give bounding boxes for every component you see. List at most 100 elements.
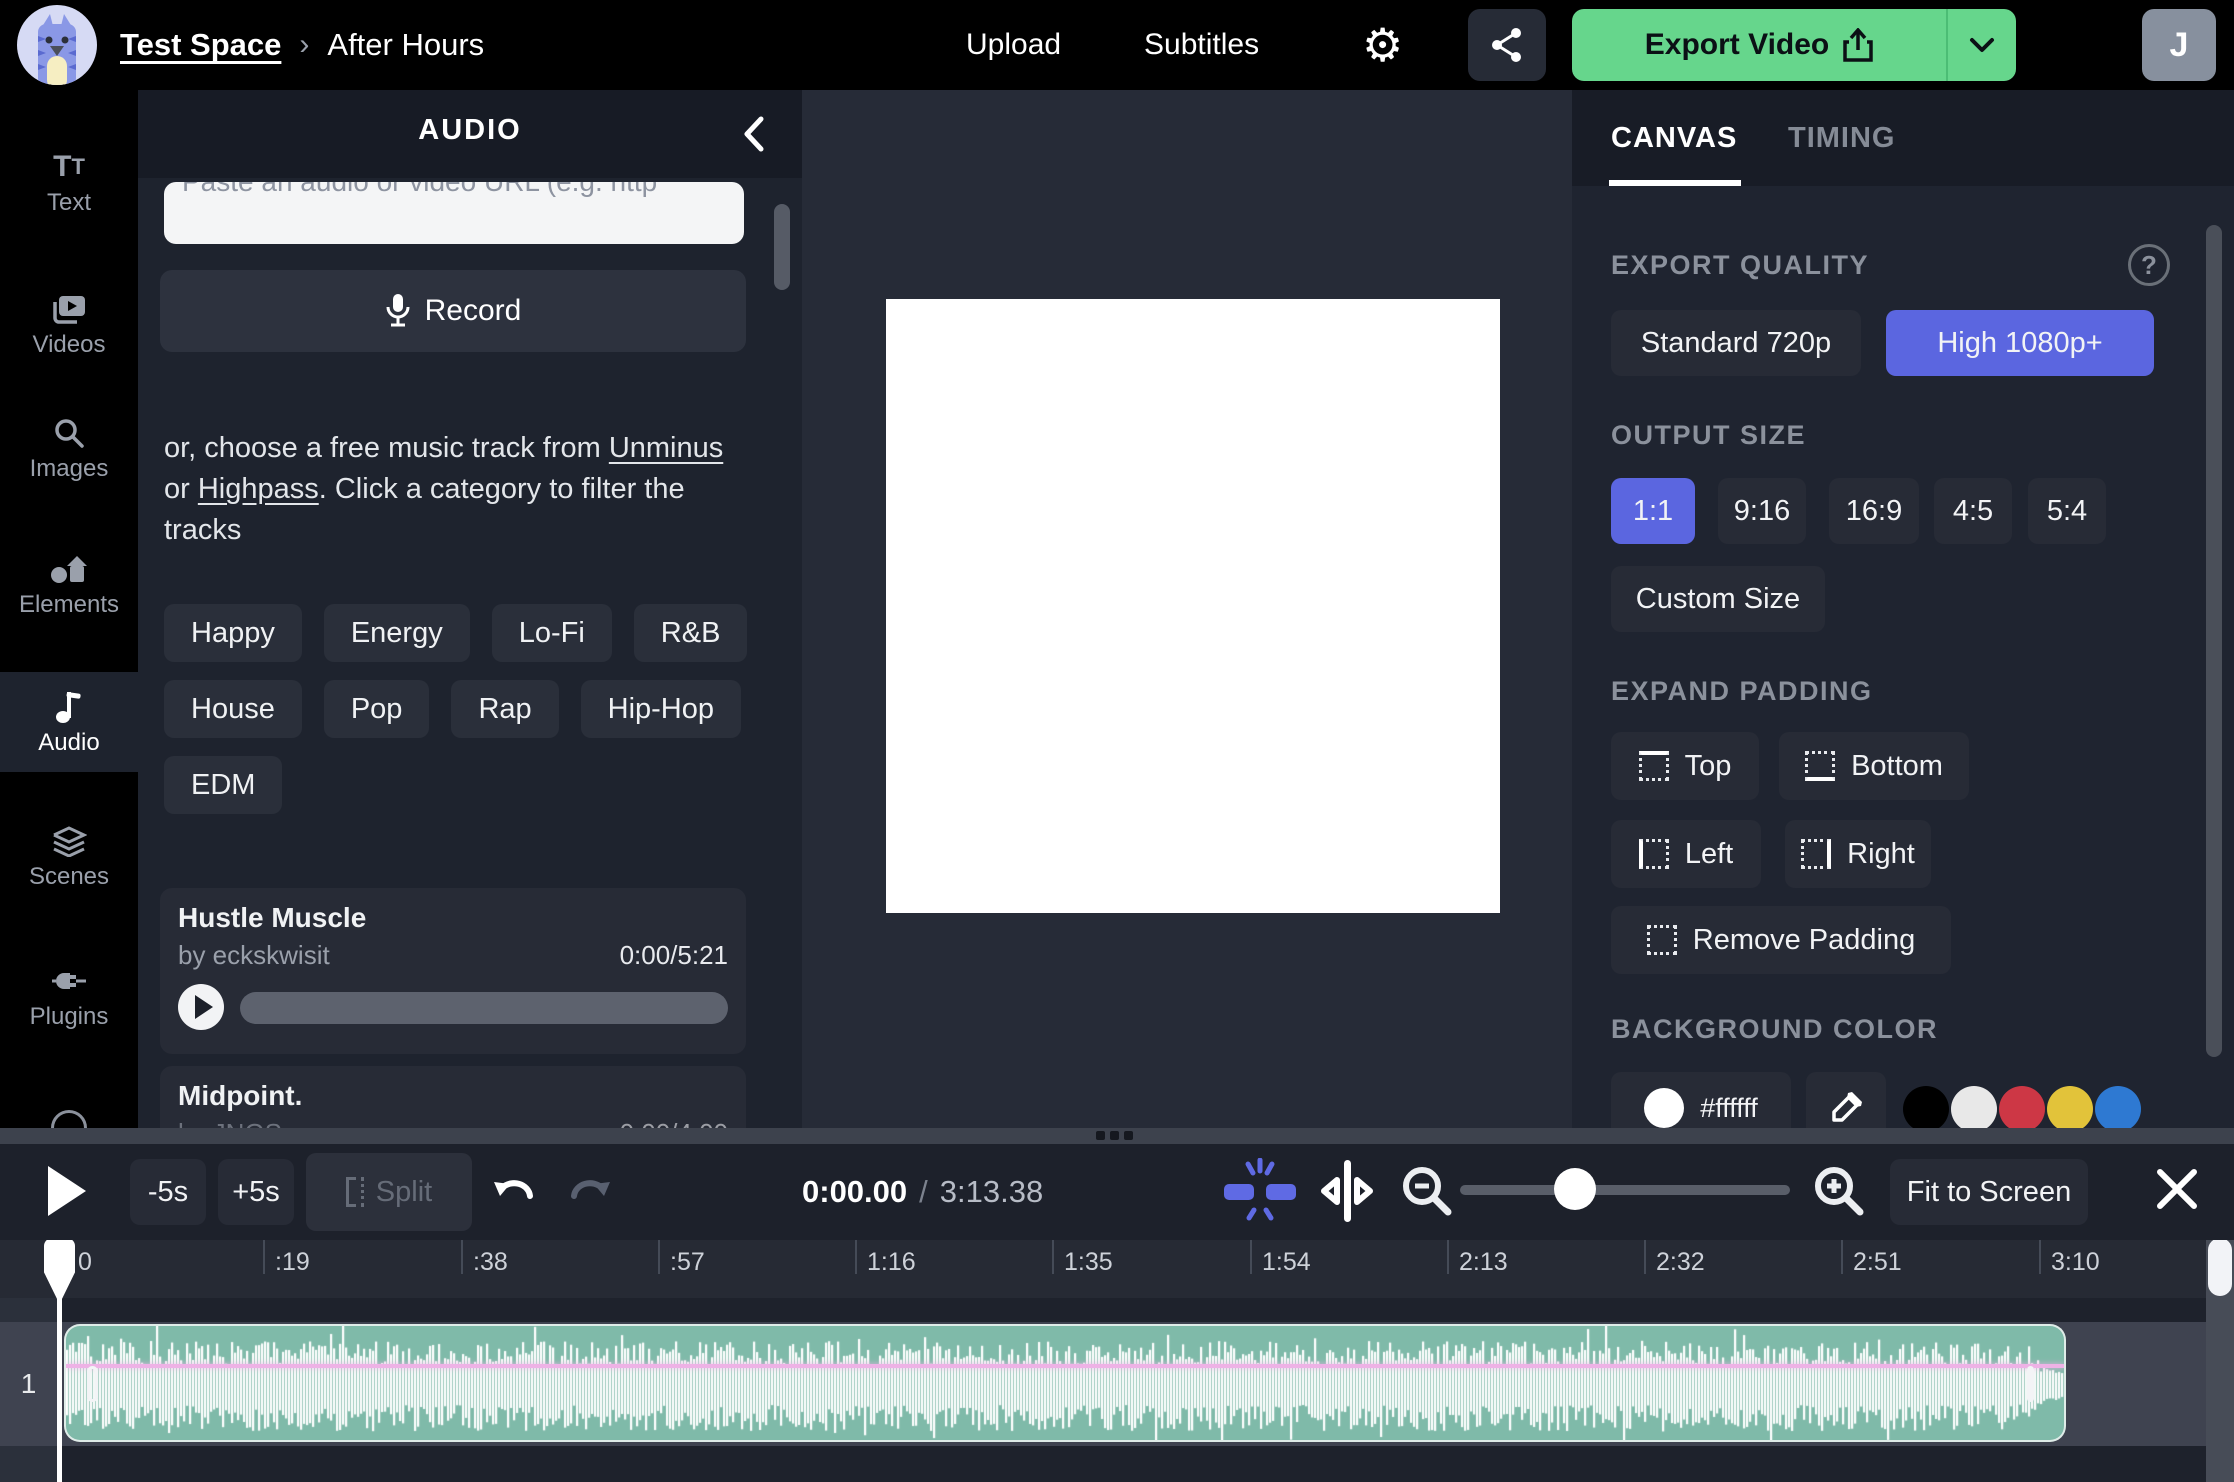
sidebar-item-audio[interactable]: Audio — [0, 684, 138, 762]
upload-button[interactable]: Upload — [966, 0, 1061, 90]
sidebar-item-elements[interactable]: Elements — [0, 546, 138, 624]
export-video-button[interactable]: Export Video — [1572, 9, 2016, 81]
swatch-black[interactable] — [1903, 1086, 1949, 1128]
unminus-link[interactable]: Unminus — [609, 432, 723, 464]
background-color-label: BACKGROUND COLOR — [1611, 1014, 1938, 1044]
audio-clip[interactable] — [64, 1324, 2066, 1442]
current-time: 0:00.00 — [802, 1174, 908, 1209]
zoom-in-button[interactable] — [1812, 1164, 1866, 1218]
highpass-link[interactable]: Highpass — [198, 473, 319, 505]
category-lofi[interactable]: Lo-Fi — [491, 604, 612, 662]
eyedropper-button[interactable] — [1806, 1072, 1886, 1128]
size-4-5-button[interactable]: 4:5 — [1934, 478, 2012, 544]
swatch-blue[interactable] — [2095, 1086, 2141, 1128]
volume-line[interactable] — [66, 1364, 2064, 1368]
swatch-red[interactable] — [1999, 1086, 2045, 1128]
size-1-1-button[interactable]: 1:1 — [1611, 478, 1695, 544]
tab-timing[interactable]: TIMING — [1788, 122, 1896, 155]
quality-high-button[interactable]: High 1080p+ — [1886, 310, 2154, 376]
audio-panel-header: AUDIO — [138, 90, 802, 178]
help-icon[interactable]: ? — [2128, 244, 2170, 286]
pad-right-button[interactable]: Right — [1785, 820, 1931, 888]
quality-standard-button[interactable]: Standard 720p — [1611, 310, 1861, 376]
zoom-slider-thumb[interactable] — [1554, 1168, 1596, 1210]
category-happy[interactable]: Happy — [164, 604, 302, 662]
timeline-zoom-slider[interactable] — [1460, 1185, 1790, 1195]
breadcrumb-project[interactable]: After Hours — [327, 27, 484, 63]
ruler-label: 1:35 — [1064, 1248, 1113, 1276]
pad-top-button[interactable]: Top — [1611, 732, 1759, 800]
sidebar-item-plugins[interactable]: Plugins — [0, 958, 138, 1036]
forward-5s-button[interactable]: +5s — [218, 1159, 294, 1225]
timeline-scrollbar-thumb[interactable] — [2208, 1238, 2232, 1296]
record-button[interactable]: Record — [160, 270, 746, 352]
custom-size-button[interactable]: Custom Size — [1611, 566, 1825, 632]
size-5-4-button[interactable]: 5:4 — [2028, 478, 2106, 544]
panel-scrollbar-thumb[interactable] — [774, 204, 790, 290]
timeline-scrollbar-track[interactable] — [2206, 1232, 2234, 1482]
size-16-9-button[interactable]: 16:9 — [1829, 478, 1919, 544]
swatch-yellow[interactable] — [2047, 1086, 2093, 1128]
category-pop[interactable]: Pop — [323, 680, 430, 738]
sidebar-item-videos[interactable]: Videos — [0, 286, 138, 364]
pad-left-button[interactable]: Left — [1611, 820, 1761, 888]
timeline-ruler[interactable]: 0 :19 :38 :57 1:16 1:35 1:54 2:13 2:32 2… — [0, 1240, 2234, 1298]
rewind-5s-button[interactable]: -5s — [130, 1159, 206, 1225]
category-edm[interactable]: EDM — [164, 756, 283, 814]
sidebar-item-images[interactable]: Images — [0, 410, 138, 488]
export-options-caret[interactable] — [1948, 9, 2016, 81]
settings-gear-icon[interactable]: ⚙ — [1362, 0, 1403, 90]
category-rap[interactable]: Rap — [451, 680, 559, 738]
category-hiphop[interactable]: Hip-Hop — [580, 680, 742, 738]
timeline-resize-handle[interactable] — [0, 1128, 2234, 1144]
play-preview-button[interactable] — [178, 984, 224, 1030]
user-avatar[interactable]: J — [2142, 9, 2216, 81]
undo-button[interactable] — [492, 1170, 538, 1212]
ruler-label: 2:51 — [1853, 1248, 1902, 1276]
remove-padding-button[interactable]: Remove Padding — [1611, 906, 1951, 974]
fit-to-screen-button[interactable]: Fit to Screen — [1890, 1159, 2088, 1225]
workspace-logo[interactable] — [16, 4, 98, 86]
video-canvas[interactable] — [886, 299, 1500, 913]
subtitles-button[interactable]: Subtitles — [1144, 0, 1259, 90]
sidebar-item-scenes[interactable]: Scenes — [0, 818, 138, 896]
share-button[interactable] — [1468, 9, 1546, 81]
panel-scrollbar-thumb[interactable] — [2206, 225, 2222, 1057]
collapse-panel-button[interactable] — [734, 112, 774, 156]
preview-progress-bar[interactable] — [240, 992, 728, 1024]
clip-trim-handle-right[interactable] — [2027, 1366, 2034, 1402]
play-button[interactable] — [48, 1166, 86, 1216]
swatch-white[interactable] — [1951, 1086, 1997, 1128]
eyedropper-icon — [1832, 1092, 1862, 1122]
background-hex-button[interactable]: #ffffff — [1611, 1072, 1791, 1128]
redo-button[interactable] — [566, 1170, 612, 1212]
sidebar-item-text[interactable]: TT Text — [0, 144, 138, 222]
tab-canvas[interactable]: CANVAS — [1611, 122, 1737, 155]
clip-trim-handle-left[interactable] — [87, 1366, 98, 1402]
breadcrumb-workspace[interactable]: Test Space — [120, 27, 281, 63]
category-rnb[interactable]: R&B — [633, 604, 748, 662]
music-track-card[interactable]: Midpoint. by JNGS 0:00/4:00 — [160, 1066, 746, 1128]
snapping-toggle-button[interactable] — [1218, 1158, 1302, 1224]
waveform — [66, 1326, 2064, 1440]
category-energy[interactable]: Energy — [323, 604, 470, 662]
desc-text: or, choose a free music track from — [164, 432, 609, 464]
split-playhead-button[interactable] — [1318, 1158, 1376, 1224]
zoom-out-button[interactable] — [1400, 1164, 1454, 1218]
size-9-16-button[interactable]: 9:16 — [1718, 478, 1806, 544]
pad-right-icon — [1801, 839, 1832, 869]
desc-text: or — [164, 473, 198, 505]
active-tab-underline — [1609, 180, 1741, 186]
close-timeline-button[interactable] — [2154, 1166, 2200, 1212]
sidebar-item-partial-icon[interactable] — [51, 1110, 87, 1128]
pad-bottom-button[interactable]: Bottom — [1779, 732, 1969, 800]
split-view-icon — [1321, 1160, 1373, 1222]
music-track-card[interactable]: Hustle Muscle by eckskwisit 0:00/5:21 — [160, 888, 746, 1054]
remove-padding-label: Remove Padding — [1692, 923, 1916, 956]
export-video-main[interactable]: Export Video — [1572, 9, 1948, 81]
ruler-tick — [855, 1240, 857, 1274]
audio-url-input[interactable]: Paste an audio or video URL (e.g. http — [164, 182, 744, 244]
split-button[interactable]: Split — [306, 1153, 472, 1231]
category-house[interactable]: House — [164, 680, 302, 738]
audio-panel-title: AUDIO — [418, 114, 522, 146]
